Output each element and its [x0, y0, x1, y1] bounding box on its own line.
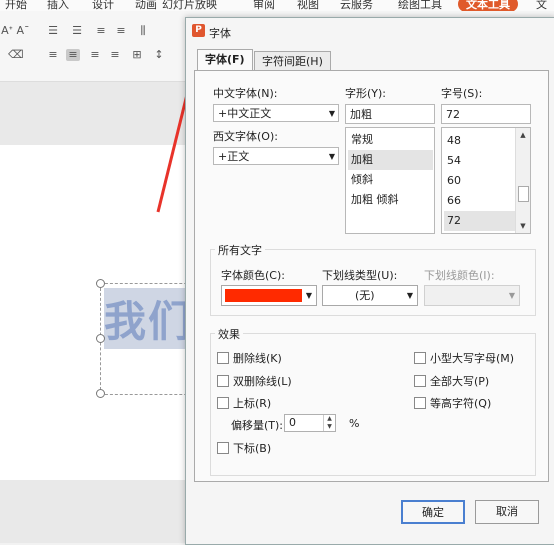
bullet-list-icon[interactable]: ☰ [46, 25, 60, 37]
all-text-title: 所有文字 [215, 242, 265, 258]
superscript-label: 上标(R) [233, 397, 272, 410]
align-center-icon[interactable]: ≡ [66, 49, 80, 61]
underline-color-label: 下划线颜色(I): [424, 269, 495, 282]
columns-icon[interactable]: ⫼ [136, 25, 150, 37]
dialog-titlebar: P 字体 [186, 18, 554, 44]
western-font-label: 西文字体(O): [213, 130, 278, 143]
underline-type-value: (无) [355, 289, 375, 302]
decrease-indent-icon[interactable]: ≡ [94, 25, 108, 37]
western-font-select[interactable]: +正文 ▼ [213, 147, 339, 165]
menu-start[interactable]: 开始 [5, 0, 27, 11]
style-input[interactable]: 加粗 [345, 104, 435, 124]
resize-handle[interactable] [96, 389, 105, 398]
chevron-down-icon: ▼ [508, 291, 515, 300]
menu-cloud[interactable]: 云服务 [340, 0, 373, 11]
chevron-down-icon: ▼ [328, 152, 335, 161]
style-list[interactable]: 常规 加粗 倾斜 加粗 倾斜 [345, 127, 435, 234]
font-color-swatch [225, 289, 302, 302]
small-caps-checkbox[interactable] [414, 352, 426, 364]
size-input[interactable]: 72 [441, 104, 531, 124]
style-label: 字形(Y): [345, 87, 387, 100]
menu-slideshow[interactable]: 幻灯片放映 [162, 0, 217, 11]
offset-stepper[interactable]: 0 ▲ ▼ [284, 414, 336, 432]
ribbon-menu-bar: 开始 插入 设计 动画 幻灯片放映 审阅 视图 云服务 绘图工具 文本工具 文 [0, 0, 554, 11]
chevron-down-icon: ▼ [328, 109, 335, 118]
underline-type-select[interactable]: (无) ▼ [322, 285, 418, 306]
align-left-icon[interactable]: ≡ [46, 49, 60, 61]
underline-type-label: 下划线类型(U): [322, 269, 398, 282]
offset-label: 偏移量(T): [231, 419, 284, 432]
western-font-value: +正文 [218, 150, 250, 163]
size-scrollbar[interactable]: ▲ ▼ [515, 128, 530, 233]
dialog-title: 字体 [209, 27, 231, 40]
subscript-label: 下标(B) [233, 442, 272, 455]
size-option[interactable]: 66 [444, 191, 515, 211]
offset-value: 0 [289, 416, 296, 429]
scroll-thumb[interactable] [518, 186, 529, 202]
align-right-icon[interactable]: ≡ [88, 49, 102, 61]
wps-logo-icon: P [192, 24, 205, 37]
all-caps-label: 全部大写(P) [430, 375, 490, 388]
menu-view[interactable]: 视图 [297, 0, 319, 11]
all-caps-checkbox[interactable] [414, 375, 426, 387]
justify-icon[interactable]: ≡ [108, 49, 122, 61]
menu-drawing-tools[interactable]: 绘图工具 [398, 0, 442, 11]
ok-button[interactable]: 确定 [401, 500, 465, 524]
grow-font-icon[interactable]: Aᐩ [0, 25, 14, 37]
double-strikethrough-checkbox[interactable] [217, 375, 229, 387]
font-tab-panel: 中文字体(N): +中文正文 ▼ 西文字体(O): +正文 ▼ 字形(Y): 加… [194, 70, 549, 482]
chevron-down-icon: ▼ [305, 291, 312, 300]
cn-font-select[interactable]: +中文正文 ▼ [213, 104, 339, 122]
resize-handle[interactable] [96, 334, 105, 343]
size-list[interactable]: 48 54 60 66 72 ▲ ▼ [441, 127, 531, 234]
resize-handle[interactable] [96, 279, 105, 288]
size-option[interactable]: 54 [444, 151, 515, 171]
chevron-down-icon: ▼ [406, 291, 413, 300]
superscript-checkbox[interactable] [217, 397, 229, 409]
cn-font-label: 中文字体(N): [213, 87, 278, 100]
font-color-select[interactable]: ▼ [221, 285, 317, 306]
effects-title: 效果 [215, 326, 243, 342]
style-option[interactable]: 加粗 倾斜 [348, 190, 433, 210]
style-option[interactable]: 加粗 [348, 150, 433, 170]
strikethrough-checkbox[interactable] [217, 352, 229, 364]
menu-animation[interactable]: 动画 [135, 0, 157, 11]
double-strikethrough-label: 双删除线(L) [233, 375, 292, 388]
clear-format-icon[interactable]: ⌫ [8, 49, 24, 61]
small-caps-label: 小型大写字母(M) [430, 352, 515, 365]
underline-color-select[interactable]: ▼ [424, 285, 520, 306]
subscript-checkbox[interactable] [217, 442, 229, 454]
scroll-down-icon[interactable]: ▼ [516, 219, 530, 233]
font-color-label: 字体颜色(C): [221, 269, 285, 282]
distribute-icon[interactable]: ⊞ [130, 49, 144, 61]
equal-height-checkbox[interactable] [414, 397, 426, 409]
size-option[interactable]: 48 [444, 131, 515, 151]
scroll-up-icon[interactable]: ▲ [516, 128, 530, 142]
font-dialog: P 字体 字体(F) 字符间距(H) 中文字体(N): +中文正文 ▼ 西文字体… [185, 17, 554, 545]
equal-height-label: 等高字符(Q) [430, 397, 492, 410]
stepper-arrows-icon[interactable]: ▲ ▼ [323, 415, 335, 431]
style-option[interactable]: 倾斜 [348, 170, 433, 190]
menu-insert[interactable]: 插入 [47, 0, 69, 11]
menu-design[interactable]: 设计 [92, 0, 114, 11]
numbered-list-icon[interactable]: ☰ [70, 25, 84, 37]
shrink-font-icon[interactable]: Aˉ [16, 25, 30, 37]
increase-indent-icon[interactable]: ≡ [114, 25, 128, 37]
menu-more[interactable]: 文 [536, 0, 547, 11]
style-option[interactable]: 常规 [348, 130, 433, 150]
offset-unit: % [349, 417, 360, 430]
menu-text-tools[interactable]: 文本工具 [458, 0, 518, 11]
tab-font[interactable]: 字体(F) [197, 49, 253, 71]
size-option[interactable]: 72 [444, 211, 515, 231]
strikethrough-label: 删除线(K) [233, 352, 282, 365]
cancel-button[interactable]: 取消 [475, 500, 539, 524]
tab-char-spacing[interactable]: 字符间距(H) [254, 51, 331, 71]
size-option[interactable]: 60 [444, 171, 515, 191]
menu-review[interactable]: 审阅 [253, 0, 275, 11]
size-label: 字号(S): [441, 87, 483, 100]
cn-font-value: +中文正文 [218, 107, 272, 120]
